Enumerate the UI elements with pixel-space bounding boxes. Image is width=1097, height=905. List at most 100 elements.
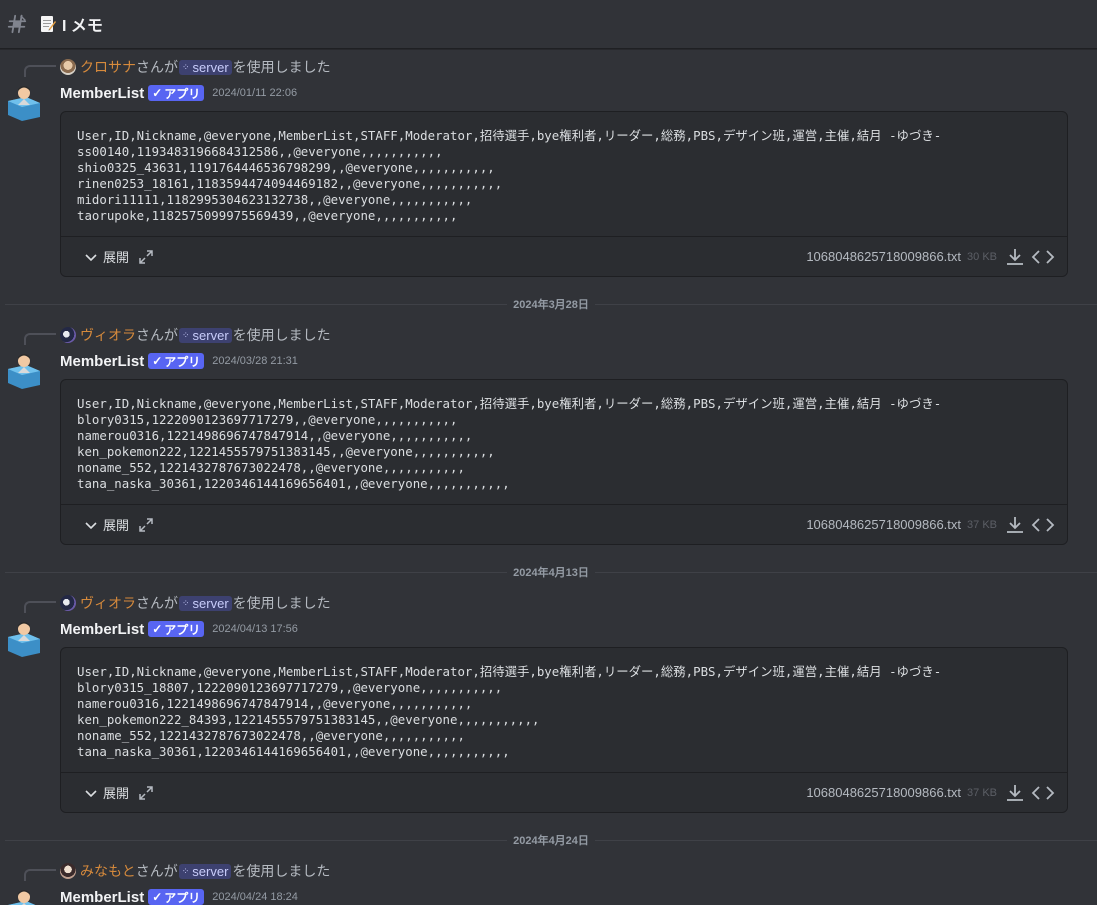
author-name[interactable]: MemberList (60, 353, 144, 370)
date-label: 2024年4月13日 (513, 567, 589, 579)
command-reply-bar[interactable]: ヴィオラ さんが ⁘ server を使用しました (60, 326, 331, 344)
command-chip[interactable]: ⁘ server (179, 327, 232, 343)
reply-text: を使用しました (232, 595, 331, 611)
hash-icon (6, 13, 28, 35)
command-icon: ⁘ (181, 865, 190, 876)
app-badge: ✓ アプリ (148, 889, 205, 905)
timestamp[interactable]: 2024/03/28 21:31 (212, 355, 298, 367)
file-meta: 1068048625718009866.txt 30 KB (806, 247, 1067, 267)
expand-button[interactable]: 展開 (83, 783, 129, 802)
app-badge: ✓ アプリ (148, 621, 205, 637)
bot-avatar[interactable] (4, 83, 44, 123)
timestamp[interactable]: 2024/04/13 17:56 (212, 623, 298, 635)
expand-label: 展開 (103, 786, 130, 801)
user-avatar[interactable] (60, 59, 76, 75)
reply-text: を使用しました (232, 59, 331, 75)
attachment-footer: 展開 1068048625718009866.txt 37 KB (61, 504, 1067, 544)
code-icon[interactable] (1031, 515, 1055, 535)
reply-text: さんが (135, 863, 178, 879)
app-badge-label: アプリ (164, 622, 201, 637)
author-name[interactable]: MemberList (60, 889, 144, 905)
reply-username[interactable]: みなもと (80, 861, 136, 881)
download-icon[interactable] (1005, 247, 1025, 267)
user-avatar[interactable] (60, 595, 76, 611)
author-name[interactable]: MemberList (60, 85, 144, 102)
fullscreen-icon[interactable] (139, 249, 153, 264)
file-size: 30 KB (967, 250, 997, 263)
command-icon: ⁘ (182, 597, 190, 608)
user-avatar[interactable] (60, 327, 76, 343)
command-reply-bar[interactable]: みなもと さんが ⁘ server を使用しました (60, 862, 330, 880)
chevron-down-icon (85, 253, 97, 261)
attachment-preview: User,ID,Nickname,@everyone,MemberList,ST… (77, 664, 942, 759)
author-row: MemberList ✓ アプリ 2024/03/28 21:31 (60, 351, 298, 371)
reply-connector (24, 601, 56, 613)
date-label: 2024年3月28日 (513, 299, 589, 311)
text-attachment: User,ID,Nickname,@everyone,MemberList,ST… (60, 111, 1068, 277)
file-name[interactable]: 1068048625718009866.txt (806, 517, 961, 532)
bot-avatar[interactable] (4, 887, 44, 905)
author-row: MemberList ✓ アプリ 2024/04/13 17:56 (60, 619, 298, 639)
timestamp[interactable]: 2024/04/24 18:24 (212, 891, 298, 903)
app-badge-label: アプリ (164, 354, 201, 369)
reply-text: さんが (136, 595, 178, 611)
bot-avatar[interactable] (4, 351, 44, 391)
date-divider: 2024年4月13日 (5, 565, 1097, 579)
command-name: server (192, 863, 229, 879)
file-name[interactable]: 1068048625718009866.txt (806, 785, 961, 800)
author-row: MemberList ✓ アプリ 2024/04/24 18:24 (60, 887, 298, 905)
download-icon[interactable] (1005, 783, 1025, 803)
attachment-footer: 展開 1068048625718009866.txt 37 KB (61, 772, 1067, 812)
app-badge-label: アプリ (164, 890, 201, 905)
chevron-down-icon (85, 521, 97, 529)
command-icon: ⁘ (182, 329, 190, 340)
user-avatar[interactable] (60, 863, 76, 879)
attachment-footer: 展開 1068048625718009866.txt 30 KB (61, 236, 1067, 276)
author-name[interactable]: MemberList (60, 621, 144, 638)
memo-icon (40, 15, 56, 33)
command-reply-bar[interactable]: クロサナ さんが ⁘ server を使用しました (60, 58, 331, 76)
command-name: server (192, 59, 229, 75)
command-name: server (192, 327, 229, 343)
bot-avatar[interactable] (4, 619, 44, 659)
reply-connector (24, 65, 56, 77)
text-attachment: User,ID,Nickname,@everyone,MemberList,ST… (60, 379, 1068, 545)
command-chip[interactable]: ⁘ server (179, 59, 232, 75)
attachment-preview: User,ID,Nickname,@everyone,MemberList,ST… (77, 128, 942, 223)
command-chip[interactable]: ⁘ server (178, 863, 232, 879)
command-chip[interactable]: ⁘ server (179, 595, 232, 611)
date-divider: 2024年4月24日 (5, 833, 1097, 847)
reply-connector (24, 333, 56, 345)
timestamp[interactable]: 2024/01/11 22:06 (212, 87, 297, 99)
attachment-preview: User,ID,Nickname,@everyone,MemberList,ST… (77, 396, 942, 491)
download-icon[interactable] (1005, 515, 1025, 535)
reply-text: を使用しました (232, 863, 331, 879)
expand-label: 展開 (103, 250, 130, 265)
reply-username[interactable]: クロサナ (80, 57, 136, 77)
text-attachment: User,ID,Nickname,@everyone,MemberList,ST… (60, 647, 1068, 813)
chevron-down-icon (85, 789, 97, 797)
reply-text: さんが (136, 327, 178, 343)
command-icon: ⁘ (182, 61, 190, 72)
date-divider: 2024年3月28日 (5, 297, 1097, 311)
code-icon[interactable] (1031, 783, 1055, 803)
expand-button[interactable]: 展開 (83, 515, 129, 534)
file-meta: 1068048625718009866.txt 37 KB (806, 783, 1067, 803)
app-badge: ✓ アプリ (148, 353, 205, 369)
reply-text: さんが (136, 59, 178, 75)
reply-username[interactable]: ヴィオラ (80, 325, 136, 345)
expand-label: 展開 (103, 518, 130, 533)
code-icon[interactable] (1031, 247, 1055, 267)
file-name[interactable]: 1068048625718009866.txt (806, 249, 961, 264)
fullscreen-icon[interactable] (139, 785, 153, 800)
check-icon: ✓ (152, 354, 163, 368)
check-icon: ✓ (152, 86, 163, 100)
channel-header: I メモ (0, 0, 1097, 49)
command-name: server (192, 595, 229, 611)
expand-button[interactable]: 展開 (83, 247, 129, 266)
app-badge: ✓ アプリ (148, 85, 205, 101)
command-reply-bar[interactable]: ヴィオラ さんが ⁘ server を使用しました (60, 594, 331, 612)
fullscreen-icon[interactable] (139, 517, 153, 532)
reply-username[interactable]: ヴィオラ (80, 593, 136, 613)
file-size: 37 KB (967, 518, 997, 531)
